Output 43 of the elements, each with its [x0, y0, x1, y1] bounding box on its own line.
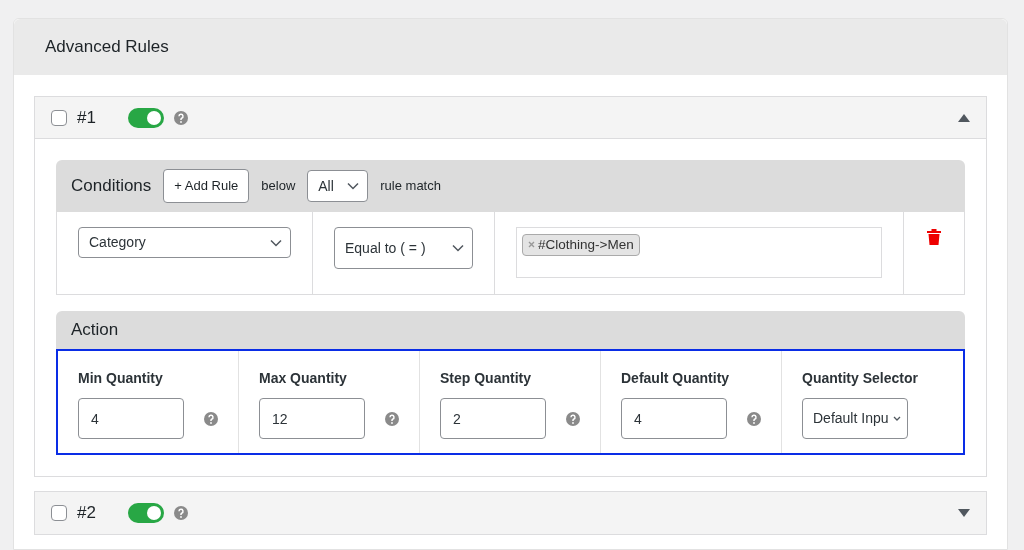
field-label: Default Quantity — [621, 369, 731, 388]
operator-select[interactable]: Equal to ( = ) — [334, 227, 473, 269]
caret-icon — [347, 182, 360, 190]
rule-header[interactable]: #1 — [35, 97, 986, 139]
expand-icon[interactable] — [958, 509, 970, 517]
checkbox[interactable] — [51, 109, 67, 126]
label: rule match — [380, 177, 441, 196]
number-field[interactable]: 2 — [440, 398, 546, 439]
help-icon — [204, 411, 218, 426]
section-title: Conditions — [71, 175, 152, 198]
number-field[interactable]: 12 — [259, 398, 365, 439]
tag: #Clothing->Men — [522, 234, 640, 257]
match-select[interactable]: All — [307, 170, 369, 202]
number-field[interactable]: 4 — [78, 398, 184, 439]
add-rule-button[interactable]: + Add Rule — [163, 169, 250, 203]
field-label: Max Quantity — [259, 369, 348, 388]
panel-title: Advanced Rules — [45, 36, 169, 59]
help-icon — [173, 110, 188, 125]
number-field[interactable]: 4 — [621, 398, 727, 439]
help-icon — [173, 506, 188, 520]
quantity-select[interactable]: Default Inpu — [802, 398, 908, 439]
rule-header[interactable]: #2 — [35, 492, 986, 534]
trash-icon[interactable] — [927, 228, 941, 245]
value-field[interactable]: #Clothing->Men — [516, 227, 882, 278]
label: below — [261, 177, 296, 196]
field-label: Quantity Selector — [802, 369, 919, 388]
toggle-switch[interactable] — [127, 107, 164, 128]
caret-icon — [893, 416, 901, 422]
field-label: Min Quantity — [78, 369, 164, 388]
collapse-icon[interactable] — [958, 113, 970, 122]
remove-icon[interactable] — [528, 241, 535, 249]
toggle-switch[interactable] — [127, 503, 164, 523]
rule-number: #2 — [77, 502, 96, 525]
caret-icon — [452, 244, 464, 252]
help-icon — [747, 411, 761, 426]
caret-icon — [270, 238, 282, 247]
checkbox[interactable] — [51, 505, 67, 521]
section-title: Action — [71, 319, 119, 342]
field-select[interactable]: Category — [78, 227, 291, 258]
field-label: Step Quantity — [440, 369, 532, 388]
rule-number: #1 — [77, 106, 96, 129]
help-icon — [385, 411, 399, 426]
help-icon — [566, 411, 580, 426]
